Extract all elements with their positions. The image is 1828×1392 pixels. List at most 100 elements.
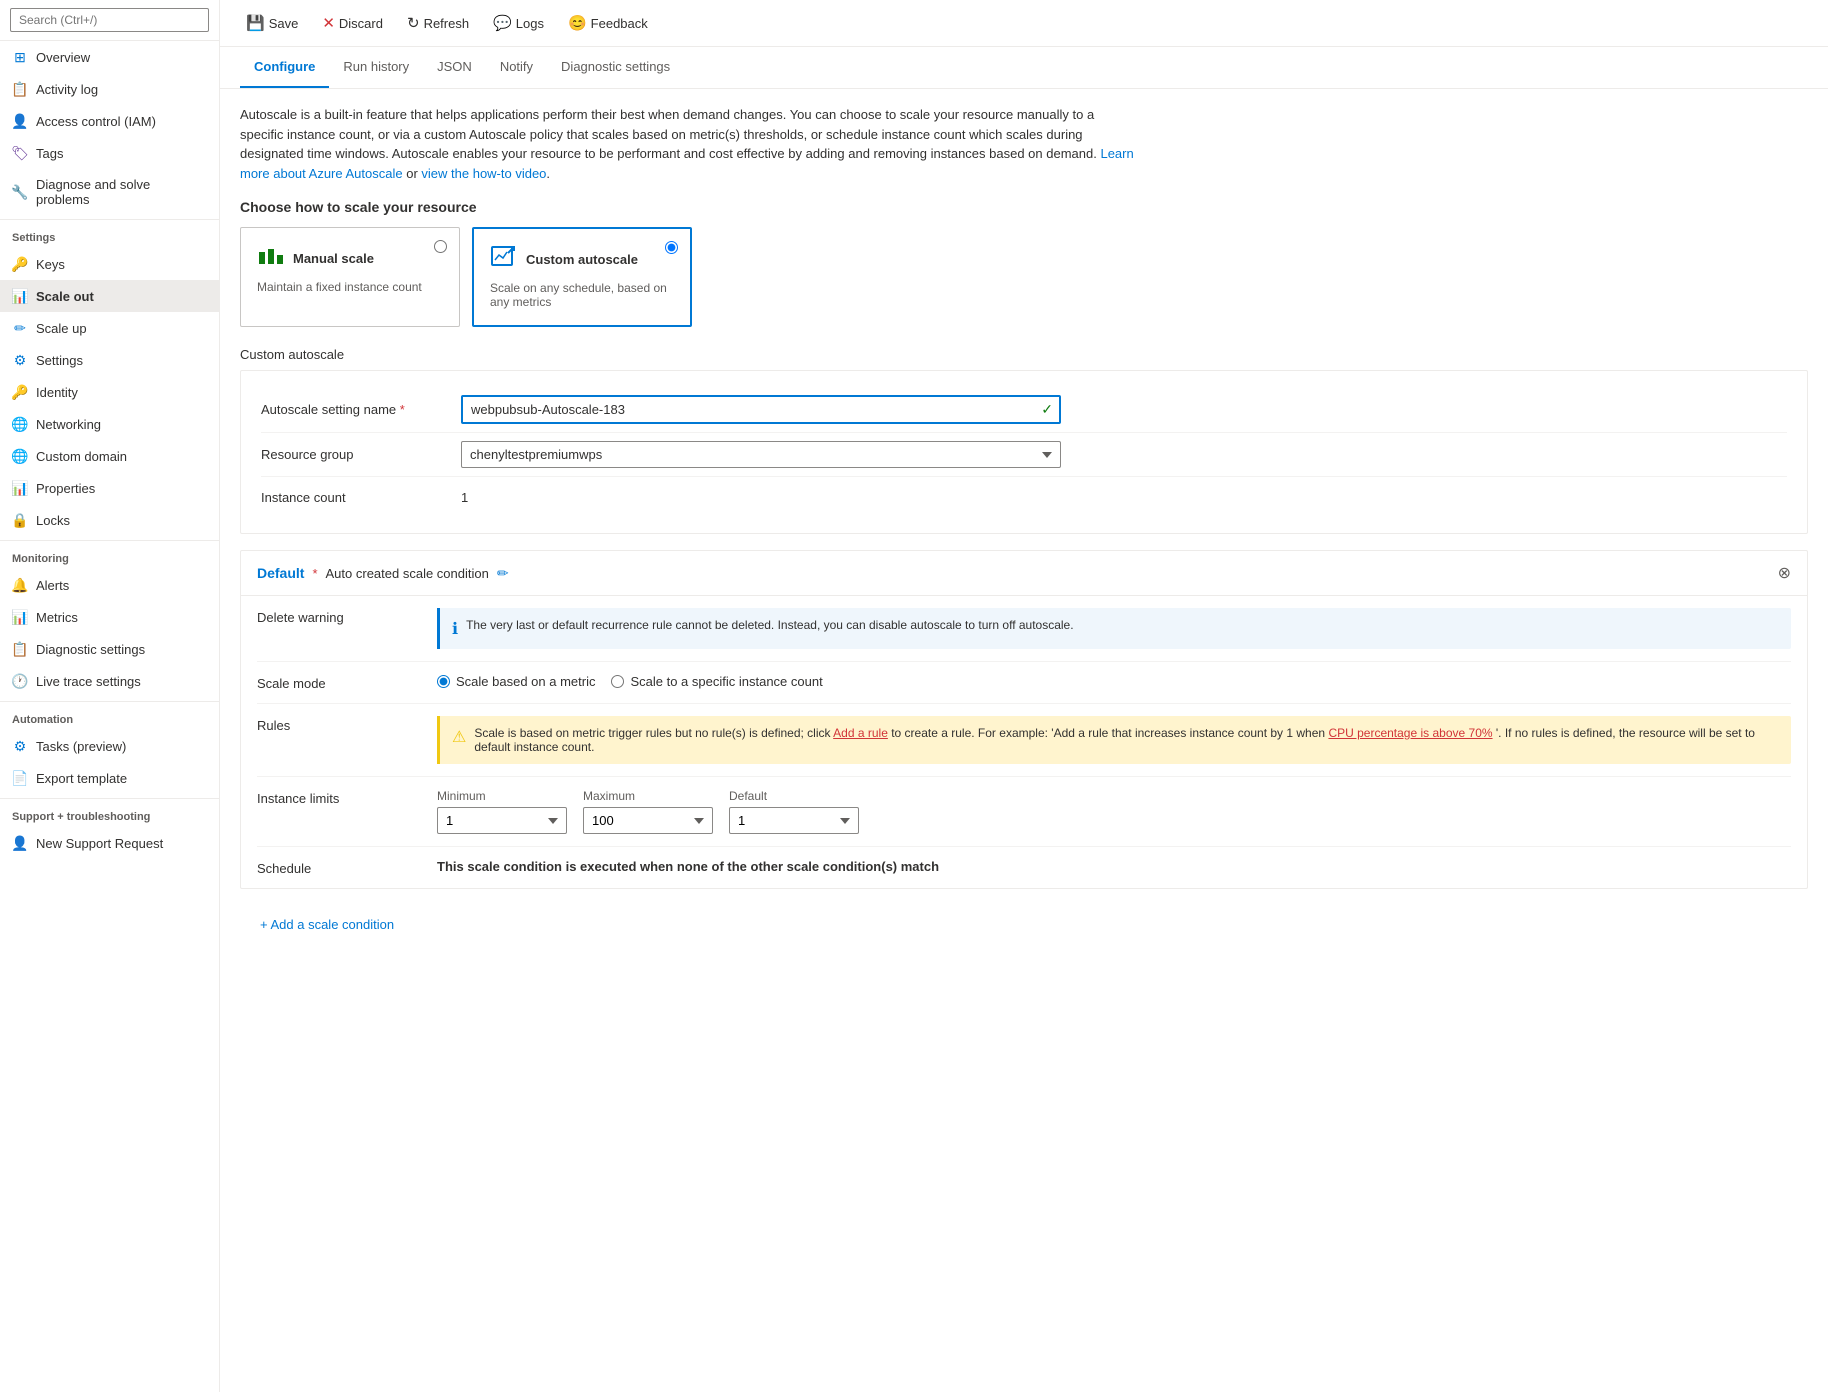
schedule-content: This scale condition is executed when no… [437, 859, 1791, 874]
edit-condition-icon[interactable]: ✏ [497, 565, 509, 582]
sidebar-item-locks[interactable]: 🔒 Locks [0, 504, 219, 536]
page-content: Autoscale is a built-in feature that hel… [220, 89, 1828, 960]
manual-scale-radio[interactable] [434, 240, 447, 253]
scale-mode-content: Scale based on a metric Scale to a speci… [437, 674, 1791, 689]
sidebar-item-access-control[interactable]: 👤 Access control (IAM) [0, 105, 219, 137]
cpu-percentage-text: CPU percentage is above 70% [1328, 726, 1492, 740]
add-a-rule-link[interactable]: Add a rule [833, 726, 888, 740]
sidebar-item-scale-out[interactable]: 📊 Scale out [0, 280, 219, 312]
condition-row-schedule: Schedule This scale condition is execute… [257, 847, 1791, 888]
tab-configure[interactable]: Configure [240, 47, 329, 88]
warning-box: ⚠ Scale is based on metric trigger rules… [437, 716, 1791, 764]
condition-row-rules: Rules ⚠ Scale is based on metric trigger… [257, 704, 1791, 777]
sidebar-item-label: Activity log [36, 82, 98, 97]
sidebar-item-overview[interactable]: ⊞ Overview [0, 41, 219, 73]
check-icon: ✓ [1041, 401, 1053, 418]
autoscale-name-input[interactable] [461, 395, 1061, 424]
sidebar-item-label: Live trace settings [36, 674, 141, 689]
save-button[interactable]: 💾 Save [236, 8, 308, 38]
condition-header: Default * Auto created scale condition ✏… [241, 551, 1807, 596]
discard-icon: ✕ [322, 14, 335, 32]
monitoring-section-header: Monitoring [0, 540, 219, 569]
rules-label: Rules [257, 716, 437, 733]
metrics-icon: 📊 [12, 609, 28, 625]
manual-scale-desc: Maintain a fixed instance count [257, 280, 422, 294]
form-resource-group-value: chenyltestpremiumwps [461, 441, 1787, 468]
scale-metric-radio[interactable] [437, 675, 450, 688]
sidebar-item-live-trace[interactable]: 🕐 Live trace settings [0, 665, 219, 697]
manual-scale-card[interactable]: Manual scale Maintain a fixed instance c… [240, 227, 460, 327]
condition-row-scale-mode: Scale mode Scale based on a metric Scale… [257, 662, 1791, 704]
delete-condition-icon[interactable]: ⊗ [1778, 563, 1791, 583]
sidebar-item-label: Scale up [36, 321, 87, 336]
custom-autoscale-card[interactable]: Custom autoscale Scale on any schedule, … [472, 227, 692, 327]
sidebar-item-activity-log[interactable]: 📋 Activity log [0, 73, 219, 105]
sidebar-item-metrics[interactable]: 📊 Metrics [0, 601, 219, 633]
sidebar-item-diagnose[interactable]: 🔧 Diagnose and solve problems [0, 169, 219, 215]
sidebar-item-properties[interactable]: 📊 Properties [0, 472, 219, 504]
sidebar-item-new-support[interactable]: 👤 New Support Request [0, 827, 219, 859]
tags-icon: 🏷 [12, 145, 28, 161]
scale-instance-option[interactable]: Scale to a specific instance count [611, 674, 822, 689]
refresh-button[interactable]: ↻ Refresh [397, 8, 479, 38]
custom-autoscale-radio[interactable] [665, 241, 678, 254]
condition-panel: Default * Auto created scale condition ✏… [240, 550, 1808, 889]
description-text: Autoscale is a built-in feature that hel… [240, 105, 1140, 183]
sidebar-item-export-template[interactable]: 📄 Export template [0, 762, 219, 794]
resource-group-select[interactable]: chenyltestpremiumwps [461, 441, 1061, 468]
form-resource-group-label: Resource group [261, 447, 461, 462]
sidebar-item-scale-up[interactable]: ✏ Scale up [0, 312, 219, 344]
instance-limits-label: Instance limits [257, 789, 437, 806]
scale-metric-option[interactable]: Scale based on a metric [437, 674, 595, 689]
name-input-container: ✓ [461, 395, 1061, 424]
warning-icon: ⚠ [452, 727, 466, 747]
default-select[interactable]: 1 [729, 807, 859, 834]
support-section-header: Support + troubleshooting [0, 798, 219, 827]
sidebar-item-networking[interactable]: 🌐 Networking [0, 408, 219, 440]
new-support-icon: 👤 [12, 835, 28, 851]
sidebar-item-custom-domain[interactable]: 🌐 Custom domain [0, 440, 219, 472]
sidebar-item-diagnostic-settings[interactable]: 📋 Diagnostic settings [0, 633, 219, 665]
min-select[interactable]: 1 [437, 807, 567, 834]
sidebar-item-label: Identity [36, 385, 78, 400]
max-select[interactable]: 100 [583, 807, 713, 834]
search-input[interactable] [10, 8, 209, 32]
sidebar-item-identity[interactable]: 🔑 Identity [0, 376, 219, 408]
refresh-icon: ↻ [407, 14, 420, 32]
autoscale-section-label: Custom autoscale [240, 347, 1808, 362]
logs-button[interactable]: 💬 Logs [483, 8, 554, 38]
sidebar-item-keys[interactable]: 🔑 Keys [0, 248, 219, 280]
sidebar-item-label: Export template [36, 771, 127, 786]
sidebar-item-label: Settings [36, 353, 83, 368]
feedback-button[interactable]: 😊 Feedback [558, 8, 658, 38]
form-instance-count-value: 1 [461, 490, 1787, 505]
tab-notify[interactable]: Notify [486, 47, 547, 88]
sidebar-item-label: Diagnose and solve problems [36, 177, 207, 207]
scale-instance-radio[interactable] [611, 675, 624, 688]
tab-run-history[interactable]: Run history [329, 47, 423, 88]
sidebar-search-container [0, 0, 219, 41]
sidebar-item-label: Locks [36, 513, 70, 528]
sidebar-item-alerts[interactable]: 🔔 Alerts [0, 569, 219, 601]
discard-button[interactable]: ✕ Discard [312, 8, 393, 38]
sidebar-item-tasks[interactable]: ⚙ Tasks (preview) [0, 730, 219, 762]
max-label: Maximum [583, 789, 713, 803]
sidebar: ⊞ Overview 📋 Activity log 👤 Access contr… [0, 0, 220, 1392]
sidebar-item-label: Tags [36, 146, 63, 161]
properties-icon: 📊 [12, 480, 28, 496]
tab-diagnostic-settings[interactable]: Diagnostic settings [547, 47, 684, 88]
how-to-video-link[interactable]: view the how-to video [421, 166, 546, 181]
feedback-icon: 😊 [568, 14, 587, 32]
logs-icon: 💬 [493, 14, 512, 32]
add-scale-condition-link[interactable]: + Add a scale condition [260, 917, 1788, 932]
sidebar-item-label: Networking [36, 417, 101, 432]
min-label: Minimum [437, 789, 567, 803]
min-limit: Minimum 1 [437, 789, 567, 834]
info-icon: ℹ [452, 619, 458, 639]
tab-json[interactable]: JSON [423, 47, 486, 88]
sidebar-item-tags[interactable]: 🏷 Tags [0, 137, 219, 169]
access-control-icon: 👤 [12, 113, 28, 129]
form-instance-count-label: Instance count [261, 490, 461, 505]
sidebar-item-settings[interactable]: ⚙ Settings [0, 344, 219, 376]
condition-row-instance-limits: Instance limits Minimum 1 M [257, 777, 1791, 847]
